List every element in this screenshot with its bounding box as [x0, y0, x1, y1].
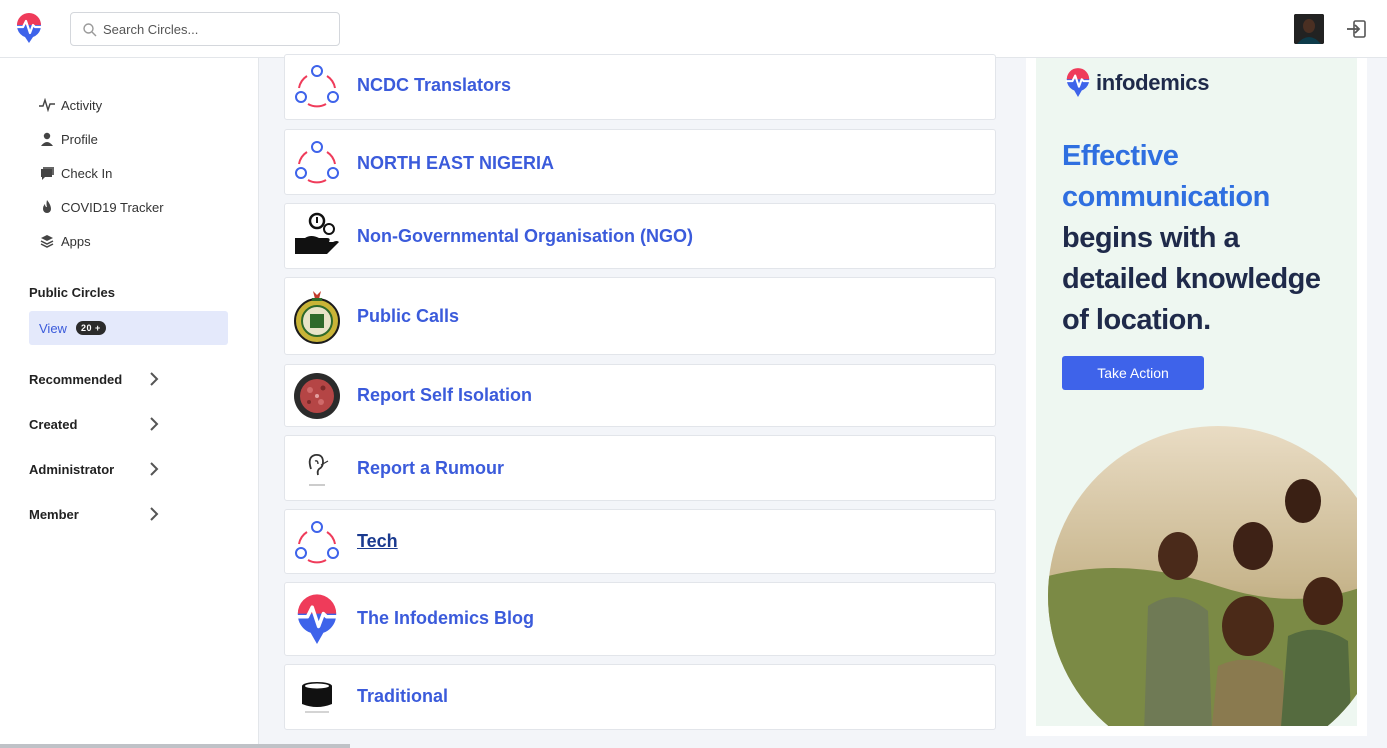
sidebar-item-apps[interactable]: Apps: [39, 231, 91, 251]
sidebar-item-check-in[interactable]: Check In: [39, 163, 112, 183]
ear-icon: [293, 445, 341, 493]
headline-line: begins with a: [1062, 222, 1240, 254]
top-bar: [0, 0, 1387, 58]
chat-icon: [39, 165, 55, 181]
view-label: View: [39, 320, 67, 336]
section-administrator[interactable]: Administrator: [29, 459, 159, 479]
sidebar: Activity Profile Check In COVID19 Tracke…: [0, 58, 259, 748]
section-created[interactable]: Created: [29, 414, 159, 434]
sidebar-item-label: Check In: [61, 165, 113, 181]
list-item[interactable]: NORTH EAST NIGERIA: [284, 129, 996, 195]
search-input[interactable]: [103, 13, 333, 45]
ad-headline: Effective communication begins with a de…: [1062, 136, 1352, 341]
infodemics-logo-icon[interactable]: [14, 13, 44, 45]
circle-people-icon: [293, 62, 341, 110]
infodemics-logo-icon: [1065, 68, 1091, 97]
user-icon: [39, 131, 55, 147]
sidebar-item-profile[interactable]: Profile: [39, 129, 98, 149]
layers-icon: [39, 233, 55, 249]
activity-icon: [39, 97, 55, 113]
circle-title[interactable]: Non-Governmental Organisation (NGO): [357, 226, 693, 247]
circle-title[interactable]: The Infodemics Blog: [357, 608, 534, 629]
sidebar-item-label: Activity: [61, 97, 103, 113]
ad-logo: infodemics: [1064, 68, 1209, 98]
headline-line: of location.: [1062, 304, 1211, 336]
sidebar-item-label: COVID19 Tracker: [61, 199, 164, 215]
section-label: Recommended: [29, 371, 123, 387]
section-recommended[interactable]: Recommended: [29, 369, 159, 389]
count-badge: 20 +: [75, 321, 106, 335]
list-item[interactable]: Traditional: [284, 664, 996, 730]
public-circles-title: Public Circles: [29, 285, 115, 300]
sidebar-item-covid19-tracker[interactable]: COVID19 Tracker: [39, 197, 164, 217]
headline-line: Effective: [1062, 140, 1179, 172]
chevron-right-icon: [150, 507, 159, 521]
ad-banner[interactable]: infodemics Effective communication begin…: [1036, 58, 1357, 726]
circle-title[interactable]: Report a Rumour: [357, 458, 504, 479]
circle-title[interactable]: Traditional: [357, 686, 448, 707]
list-item[interactable]: The Infodemics Blog: [284, 582, 996, 656]
list-item[interactable]: Tech: [284, 509, 996, 574]
sidebar-item-activity[interactable]: Activity: [39, 95, 102, 115]
headline-line: communication: [1062, 181, 1270, 213]
horizontal-scrollbar[interactable]: [0, 744, 350, 748]
chevron-right-icon: [150, 417, 159, 431]
list-item[interactable]: Non-Governmental Organisation (NGO): [284, 203, 996, 269]
circle-title[interactable]: NCDC Translators: [357, 75, 511, 96]
search-box[interactable]: [70, 12, 340, 46]
section-label: Administrator: [29, 461, 115, 477]
headline-line: detailed knowledge: [1062, 263, 1321, 295]
list-item[interactable]: Report Self Isolation: [284, 364, 996, 427]
view-public-circles-button[interactable]: View 20 +: [29, 311, 228, 345]
ad-photo: [1048, 426, 1357, 726]
circle-people-icon: [293, 518, 341, 566]
sidebar-item-label: Apps: [61, 233, 91, 249]
circle-title[interactable]: NORTH EAST NIGERIA: [357, 153, 554, 174]
ad-panel: infodemics Effective communication begin…: [1026, 58, 1367, 736]
section-label: Member: [29, 506, 79, 522]
list-item[interactable]: Report a Rumour: [284, 435, 996, 501]
circle-title[interactable]: Tech: [357, 531, 398, 552]
logout-icon[interactable]: [1346, 20, 1366, 38]
nysc-seal-icon: [293, 289, 341, 345]
circle-title[interactable]: Public Calls: [357, 306, 459, 327]
chevron-right-icon: [150, 462, 159, 476]
section-label: Created: [29, 416, 78, 432]
list-item[interactable]: Public Calls: [284, 277, 996, 355]
avatar[interactable]: [1294, 14, 1324, 44]
infodemics-logo-icon: [293, 592, 341, 648]
list-item[interactable]: NCDC Translators: [284, 54, 996, 120]
circle-people-icon: [293, 138, 341, 186]
ad-brand: infodemics: [1096, 70, 1210, 95]
hat-icon: [293, 674, 341, 722]
flame-icon: [39, 199, 55, 215]
search-icon: [83, 23, 97, 37]
take-action-button[interactable]: Take Action: [1062, 356, 1204, 390]
circle-title[interactable]: Report Self Isolation: [357, 385, 532, 406]
chevron-right-icon: [150, 372, 159, 386]
hand-coin-icon: [293, 212, 341, 260]
virus-icon: [293, 372, 341, 420]
section-member[interactable]: Member: [29, 504, 159, 524]
sidebar-item-label: Profile: [61, 131, 98, 147]
